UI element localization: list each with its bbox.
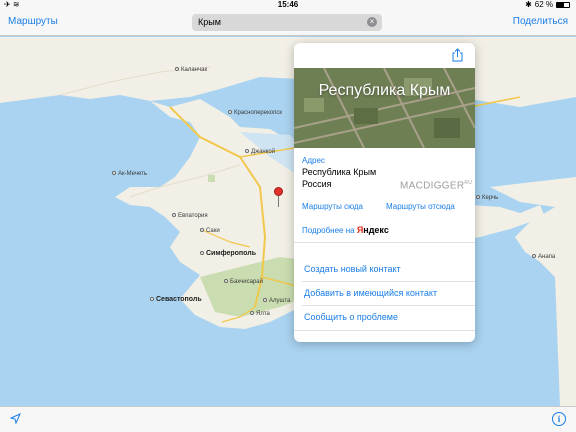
place-photo: Республика Крым xyxy=(294,68,475,148)
divider xyxy=(294,242,475,243)
place-sevastopol: Севастополь xyxy=(150,296,202,303)
battery-icon xyxy=(556,1,570,8)
location-pin-icon[interactable] xyxy=(274,187,283,207)
place-info-popover: Республика Крым Адрес Республика Крым Ро… xyxy=(294,43,475,342)
battery-fill xyxy=(557,2,565,7)
place-evpatoriya: Евпатория xyxy=(172,213,208,219)
place-dzhankoy: Джанкой xyxy=(245,149,275,155)
create-contact-button[interactable]: Создать новый контакт xyxy=(304,264,401,274)
share-button[interactable]: Поделиться xyxy=(513,16,568,27)
map-canvas xyxy=(0,37,576,406)
status-bar: ✈ ≋ 15:46 ✱ 62 % xyxy=(0,0,576,10)
address-line-1: Республика Крым xyxy=(302,167,377,177)
clear-search-icon[interactable]: × xyxy=(367,17,377,27)
routes-from-link[interactable]: Маршруты отсюда xyxy=(386,202,455,211)
place-kerch: Керчь xyxy=(476,195,498,201)
navigation-bar: Маршруты Крым × Поделиться xyxy=(0,10,576,36)
place-krasnoperekopsk: Красноперекопск xyxy=(228,110,282,116)
place-yalta: Ялта xyxy=(250,311,270,317)
routes-here-link[interactable]: Маршруты сюда xyxy=(302,202,363,211)
more-on-yandex-link[interactable]: Подробнее на Яндекс xyxy=(302,225,389,235)
bluetooth-icon: ✱ xyxy=(525,0,532,9)
address-line-2: Россия xyxy=(302,179,332,189)
divider xyxy=(302,281,475,282)
place-simferopol: Симферополь xyxy=(200,250,256,257)
search-text: Крым xyxy=(198,17,221,27)
divider xyxy=(302,305,475,306)
divider xyxy=(294,330,475,331)
popover-header xyxy=(294,43,475,68)
battery-percent: 62 % xyxy=(534,0,553,9)
bottom-toolbar: i xyxy=(0,406,576,432)
place-bakhchisaray: Бахчисарай xyxy=(224,279,263,285)
info-icon[interactable]: i xyxy=(552,412,566,426)
share-icon[interactable] xyxy=(452,48,463,67)
place-title: Республика Крым xyxy=(318,82,451,99)
watermark: MACDIGGERRU xyxy=(400,180,473,192)
status-right: ✱ 62 % xyxy=(525,0,570,9)
report-problem-button[interactable]: Сообщить о проблеме xyxy=(304,312,398,322)
place-ak-mechet: Ак-Мечеть xyxy=(112,171,147,177)
address-label: Адрес xyxy=(302,156,325,165)
add-to-contact-button[interactable]: Добавить в имеющийся контакт xyxy=(304,288,437,298)
routes-button[interactable]: Маршруты xyxy=(8,16,58,27)
current-location-icon[interactable] xyxy=(9,413,21,427)
place-kalanchak: Каланчак xyxy=(175,67,207,73)
status-time: 15:46 xyxy=(277,0,299,9)
map-view[interactable]: Каланчак Красноперекопск Джанкой Ак-Мече… xyxy=(0,37,576,406)
search-field[interactable]: Крым × xyxy=(192,14,382,31)
place-anapa: Анапа xyxy=(532,254,555,260)
yandex-logo: Яндекс xyxy=(356,225,389,235)
place-saki: Саки xyxy=(200,228,220,234)
place-alushta: Алушта xyxy=(263,298,290,304)
